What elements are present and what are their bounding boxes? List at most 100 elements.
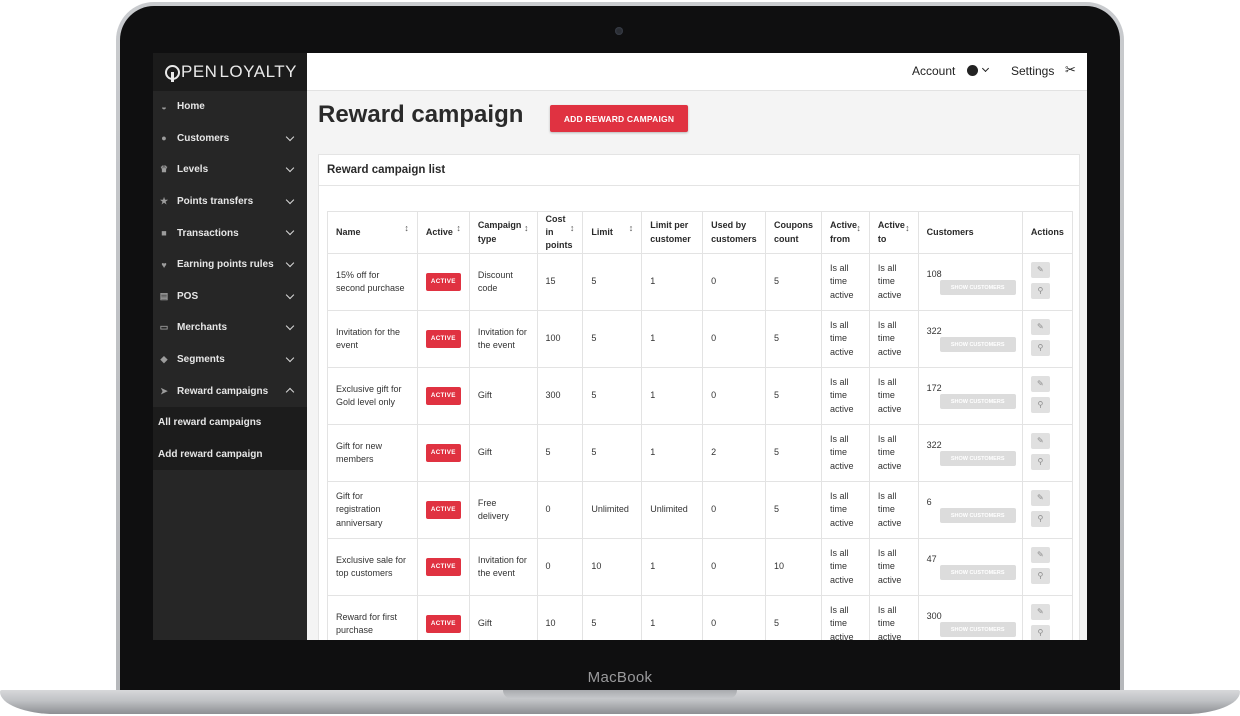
search-icon[interactable]: ⚲ — [1030, 340, 1050, 356]
column-header-limit[interactable]: Limit ↕ — [582, 211, 643, 254]
cell-coupons: 5 — [765, 367, 823, 425]
edit-icon[interactable]: ✎ — [1030, 490, 1050, 506]
cell-from: Is all time active — [821, 481, 870, 539]
search-icon[interactable]: ⚲ — [1030, 454, 1050, 470]
show-customers-button[interactable]: SHOW CUSTOMERS — [939, 565, 1016, 580]
sidebar-item-reward-campaigns[interactable]: ➤ Reward campaigns — [153, 375, 307, 407]
chevron-down-icon[interactable] — [285, 258, 295, 268]
cell-used: 0 — [702, 367, 767, 425]
chevron-down-icon[interactable] — [285, 227, 295, 236]
table-row[interactable]: Invitation for the event ACTIVE Invitation… — [327, 310, 1074, 368]
cell-active: ACTIVE — [416, 595, 470, 640]
cell-type: Gift — [468, 367, 538, 425]
cell-active: ACTIVE — [416, 538, 470, 596]
chevron-down-icon[interactable] — [285, 290, 295, 299]
table-row[interactable]: Exclusive sale for top customers ACTIVE In… — [327, 538, 1074, 596]
column-header-campaign-type[interactable]: Campaign type ↕ — [468, 211, 538, 254]
add-reward-campaign-button[interactable]: ADD REWARD CAMPAIGN — [550, 105, 688, 132]
table-row[interactable]: Gift for registration anniversary ACTIVE F… — [327, 481, 1074, 539]
cell-active: ACTIVE — [416, 253, 470, 311]
settings-menu[interactable]: Settings — [1011, 64, 1054, 78]
sort-icon: ↕ — [524, 223, 529, 233]
cell-from: Is all time active — [821, 538, 870, 596]
camera-icon — [615, 27, 623, 35]
pos-icon: ▤ — [159, 290, 169, 301]
submenu-item-all-reward-campaigns[interactable]: All reward campaigns — [153, 407, 307, 439]
column-header-cost[interactable]: Cost in points ↕ — [536, 211, 584, 254]
sidebar-item-label: Reward campaigns — [177, 385, 269, 397]
edit-icon[interactable]: ✎ — [1030, 262, 1050, 278]
device-brand: MacBook — [587, 669, 653, 686]
show-customers-button[interactable]: SHOW CUSTOMERS — [939, 337, 1016, 352]
search-icon[interactable]: ⚲ — [1030, 568, 1050, 584]
sidebar-item-label: Merchants — [177, 322, 228, 334]
chevron-up-icon[interactable] — [285, 388, 295, 397]
sidebar-item-levels[interactable]: ♛ Levels — [153, 154, 307, 186]
user-icon[interactable] — [967, 65, 978, 76]
cell-actions: ✎ ⚲ — [1021, 538, 1074, 596]
cell-name: 15% off for second purchase — [327, 253, 418, 311]
tools-icon[interactable]: ✂ — [1065, 62, 1076, 78]
cell-actions: ✎ ⚲ — [1021, 253, 1074, 311]
chevron-down-icon[interactable] — [285, 132, 295, 141]
status-badge: ACTIVE — [425, 273, 461, 291]
sidebar-item-label: Earning points rules — [177, 259, 274, 271]
cell-coupons: 5 — [765, 424, 823, 482]
sort-icon: ↕ — [569, 223, 575, 233]
cell-type: Invitation for the event — [468, 538, 538, 596]
column-header-name[interactable]: Name ↕ — [327, 211, 418, 254]
cell-name: Exclusive gift for Gold level only — [327, 367, 418, 425]
edit-icon[interactable]: ✎ — [1030, 604, 1050, 620]
sidebar-item-label: Customers — [177, 132, 230, 144]
chevron-down-icon[interactable] — [285, 195, 295, 205]
show-customers-button[interactable]: SHOW CUSTOMERS — [939, 508, 1016, 523]
show-customers-button[interactable]: SHOW CUSTOMERS — [939, 451, 1016, 466]
edit-icon[interactable]: ✎ — [1030, 433, 1050, 449]
show-customers-button[interactable]: SHOW CUSTOMERS — [939, 394, 1016, 409]
sidebar-item-segments[interactable]: ◆ Segments — [153, 344, 307, 376]
column-header-active-to[interactable]: Active to ↕ — [868, 211, 919, 254]
cell-type: Discount code — [468, 253, 538, 311]
table-row[interactable]: Reward for first purchase ACTIVE Gift 10 5 1 0… — [327, 595, 1074, 640]
sidebar-item-label: Segments — [177, 354, 225, 366]
table-row[interactable]: Exclusive gift for Gold level only ACTIVE… — [327, 367, 1074, 425]
chevron-down-icon[interactable] — [285, 353, 295, 362]
cell-type: Invitation for the event — [468, 310, 538, 368]
search-icon[interactable]: ⚲ — [1030, 283, 1050, 299]
sidebar-item-merchants[interactable]: ▭ Merchants — [153, 312, 307, 344]
sidebar-item-label: Transactions — [177, 227, 239, 239]
cell-type: Gift — [468, 595, 538, 640]
sidebar-item-earning-points-rules[interactable]: ♥ Earning points rules — [153, 249, 307, 281]
cell-limit: 5 — [582, 253, 643, 311]
table-row[interactable]: 15% off for second purchase ACTIVE Discoun… — [327, 253, 1074, 311]
cell-limit: 5 — [582, 310, 643, 368]
cell-limit: 5 — [582, 424, 643, 482]
show-customers-button[interactable]: SHOW CUSTOMERS — [939, 622, 1016, 637]
cell-customers: 300 SHOW CUSTOMERS — [917, 595, 1023, 640]
edit-icon[interactable]: ✎ — [1030, 319, 1050, 335]
search-icon[interactable]: ⚲ — [1030, 397, 1050, 413]
chevron-down-icon[interactable] — [285, 163, 295, 173]
chevron-down-icon[interactable] — [285, 321, 295, 331]
column-header-active-from[interactable]: Active from ↕ — [821, 211, 870, 254]
search-icon[interactable]: ⚲ — [1030, 511, 1050, 527]
sidebar-item-transactions[interactable]: ■ Transactions — [153, 217, 307, 249]
campaign-table: Name ↕ Active ↕ Campaign type ↕ Cost in poi… — [327, 211, 1074, 640]
cell-cost: 15 — [536, 253, 584, 311]
cell-limit: 5 — [582, 595, 643, 640]
submenu-item-add-reward-campaign[interactable]: Add reward campaign — [153, 439, 307, 471]
app-logo[interactable]: PEN LOYALTY — [153, 53, 307, 91]
chevron-down-icon[interactable] — [981, 64, 990, 73]
cell-cost: 10 — [536, 595, 584, 640]
account-menu[interactable]: Account — [912, 64, 955, 78]
edit-icon[interactable]: ✎ — [1030, 376, 1050, 392]
search-icon[interactable]: ⚲ — [1030, 625, 1050, 640]
edit-icon[interactable]: ✎ — [1030, 547, 1050, 563]
sidebar-item-customers[interactable]: ● Customers — [153, 123, 307, 155]
sidebar-item-pos[interactable]: ▤ POS — [153, 281, 307, 313]
sidebar-item-home[interactable]: ◒ Home — [153, 91, 307, 123]
sidebar-item-points-transfers[interactable]: ★ Points transfers — [153, 186, 307, 218]
column-header-active[interactable]: Active ↕ — [416, 211, 470, 254]
show-customers-button[interactable]: SHOW CUSTOMERS — [939, 280, 1016, 295]
table-row[interactable]: Gift for new members ACTIVE Gift 5 5 1 2 5 Is al… — [327, 424, 1074, 482]
